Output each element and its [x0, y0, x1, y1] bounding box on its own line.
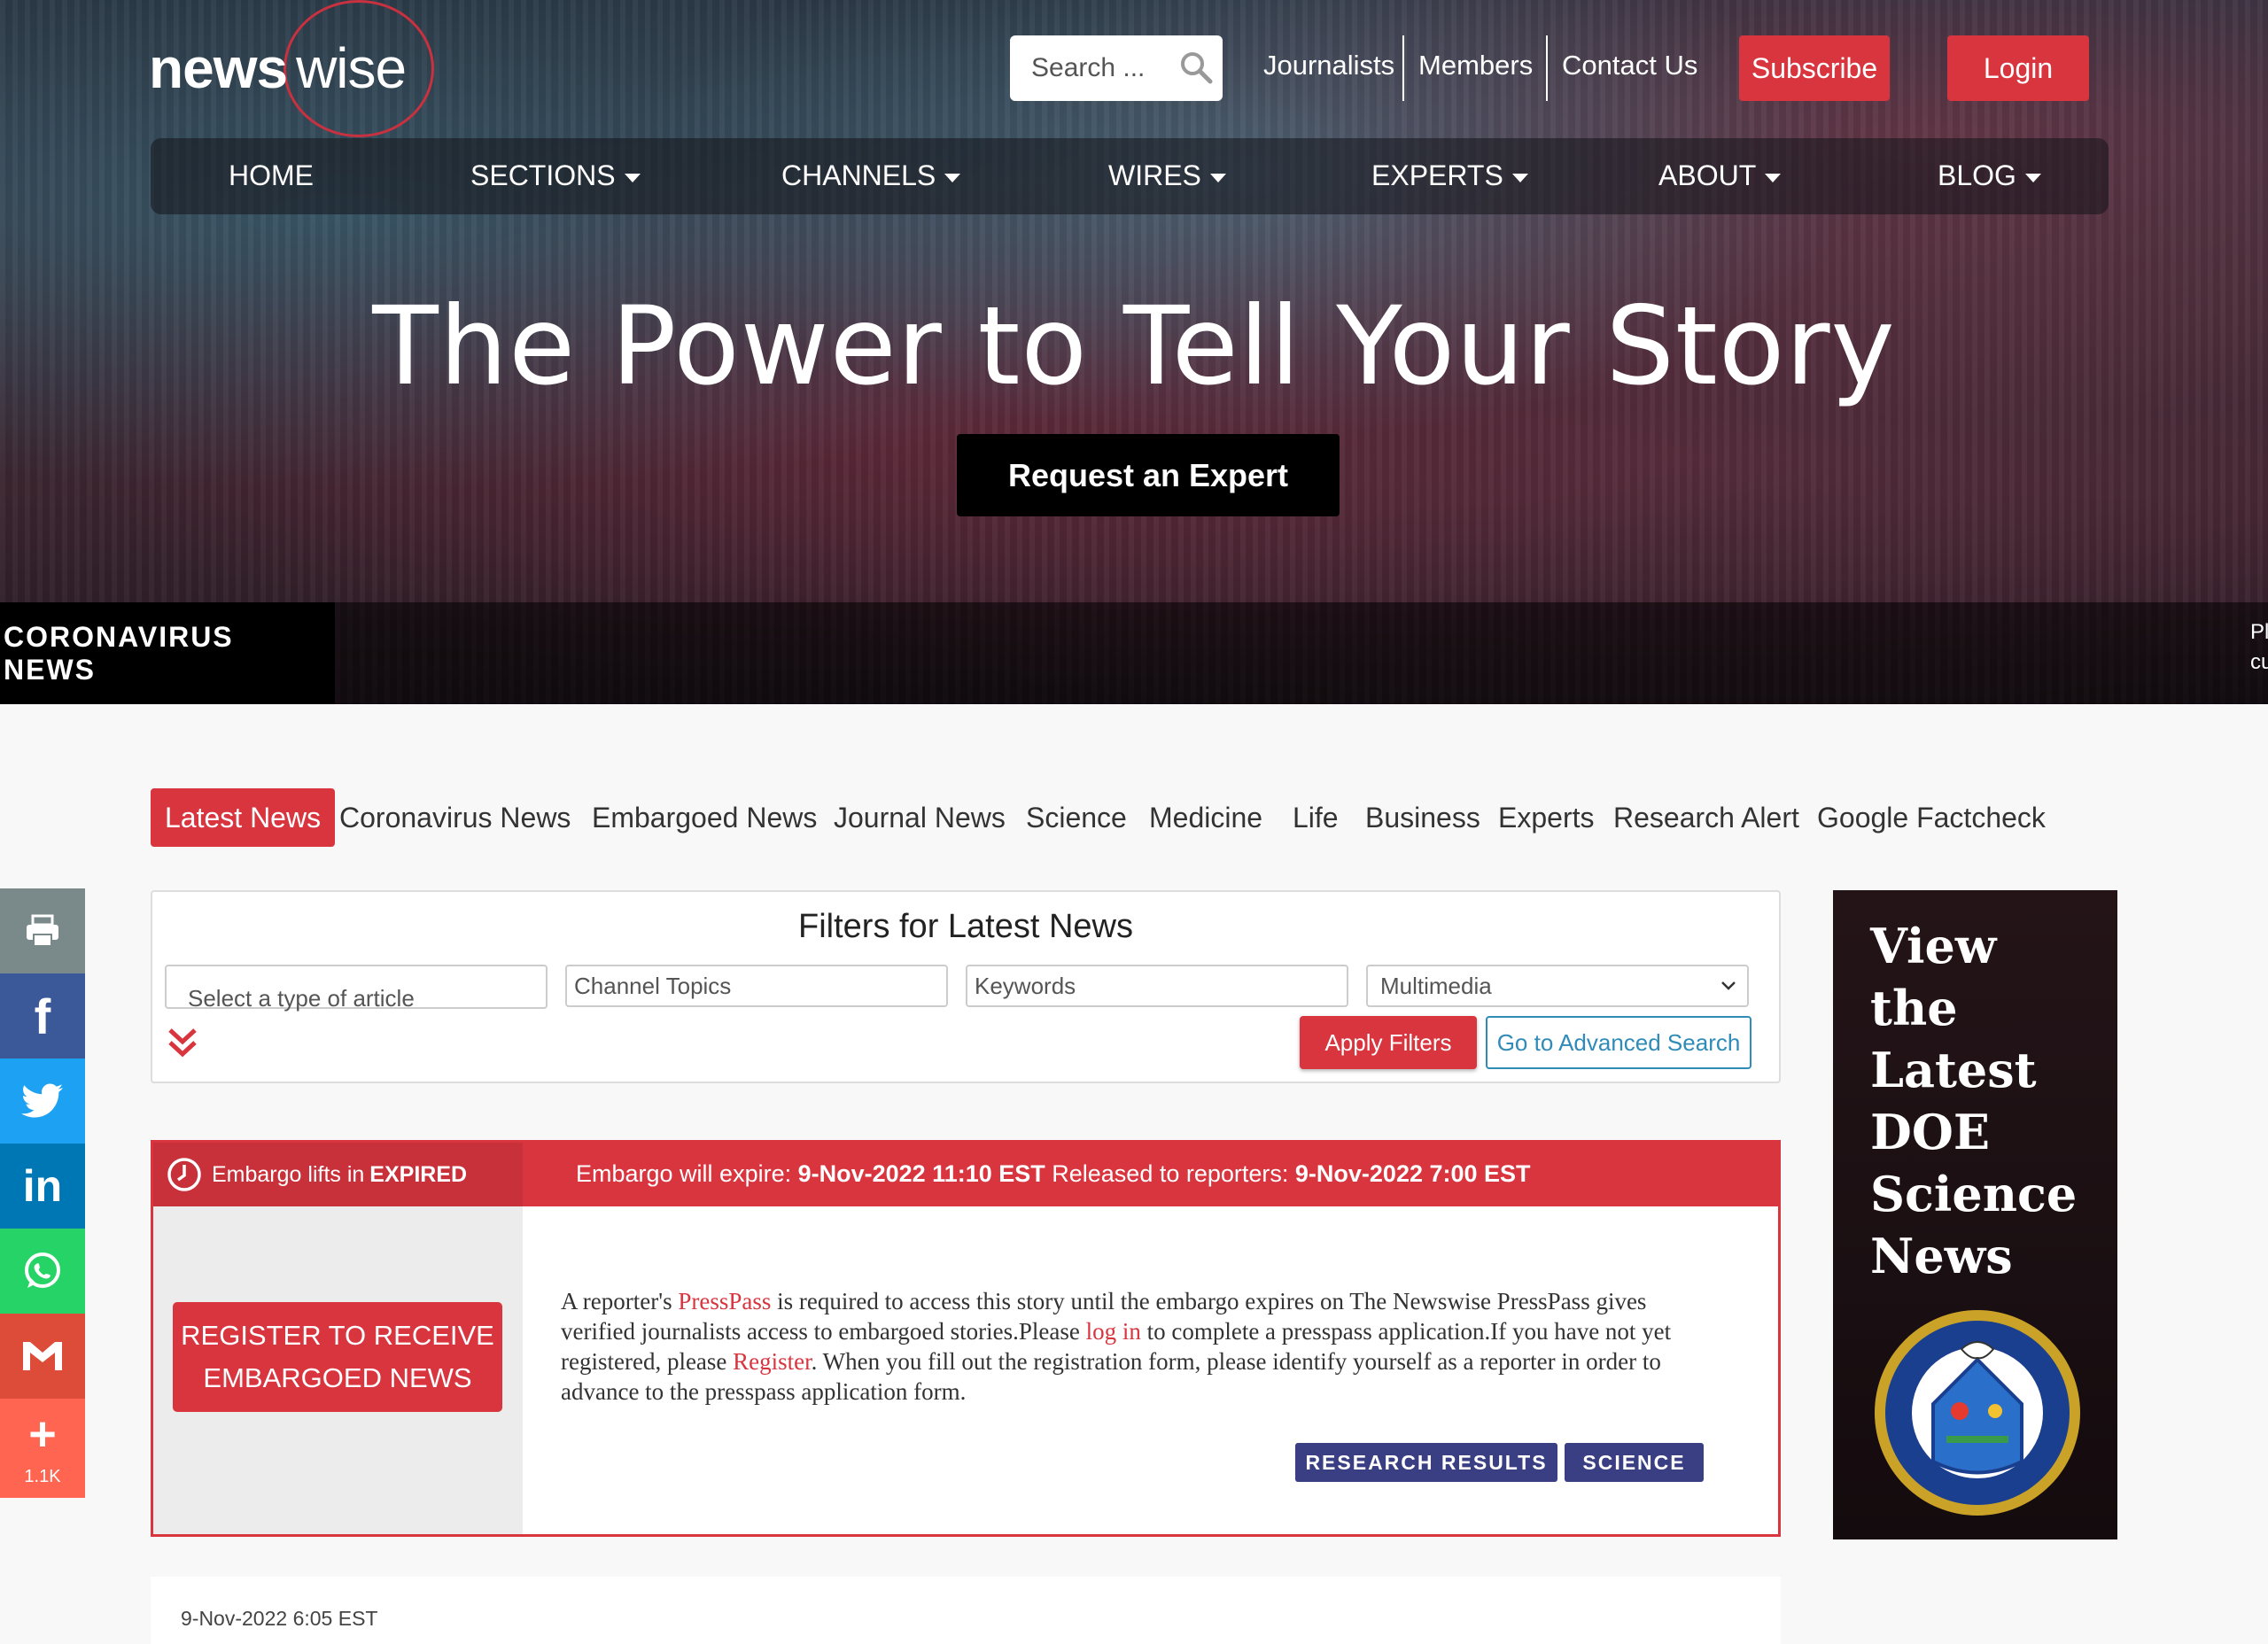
hero-headline: The Power to Tell Your Story — [372, 283, 1896, 409]
presspass-link[interactable]: PressPass — [678, 1288, 771, 1314]
article-card[interactable]: 9-Nov-2022 6:05 EST — [151, 1577, 1781, 1644]
filters-title: Filters for Latest News — [798, 908, 1133, 945]
article-date: 9-Nov-2022 6:05 EST — [181, 1607, 378, 1630]
article-type-select[interactable]: Select a type of article — [165, 965, 548, 1012]
tab-life[interactable]: Life — [1293, 788, 1339, 847]
advanced-search-button[interactable]: Go to Advanced Search — [1486, 1016, 1751, 1069]
filters-panel: Filters for Latest News Select a type of… — [151, 890, 1781, 1083]
tab-experts[interactable]: Experts — [1498, 788, 1594, 847]
tab-research-alert[interactable]: Research Alert — [1613, 788, 1799, 847]
chevron-down-icon — [1721, 981, 1736, 990]
link-members[interactable]: Members — [1418, 50, 1533, 81]
link-contact-us[interactable]: Contact Us — [1562, 50, 1697, 81]
caret-down-icon — [624, 173, 641, 182]
nav-sections[interactable]: SECTIONS — [470, 159, 641, 192]
tab-embargoed-news[interactable]: Embargoed News — [592, 788, 817, 847]
print-icon — [27, 914, 58, 947]
ad-text: View the Latest DOE Science News — [1870, 918, 2078, 1284]
twitter-icon — [21, 1083, 63, 1118]
tab-coronavirus-news[interactable]: Coronavirus News — [339, 788, 571, 847]
whatsapp-share-button[interactable] — [0, 1229, 85, 1314]
nav-channels[interactable]: CHANNELS — [781, 159, 961, 192]
twitter-share-button[interactable] — [0, 1059, 85, 1144]
nav-about[interactable]: ABOUT — [1658, 159, 1782, 192]
divider — [1546, 35, 1548, 101]
embargo-message: A reporter's PressPass is required to ac… — [561, 1288, 1672, 1405]
channel-topics-input[interactable]: Channel Topics — [565, 965, 948, 1007]
caret-down-icon — [944, 173, 961, 182]
search-input[interactable]: Search ... — [1010, 35, 1223, 101]
tab-business[interactable]: Business — [1365, 788, 1480, 847]
login-link[interactable]: log in — [1086, 1318, 1141, 1345]
facebook-share-button[interactable]: f — [0, 973, 85, 1059]
ticker-label[interactable]: CORONAVIRUS NEWS — [0, 602, 335, 704]
news-ticker — [0, 602, 2268, 704]
tab-science[interactable]: Science — [1026, 788, 1127, 847]
doe-seal-icon — [1875, 1310, 2080, 1516]
register-embargoed-button[interactable]: REGISTER TO RECEIVE EMBARGOED NEWS — [173, 1302, 502, 1412]
nav-experts[interactable]: EXPERTS — [1371, 159, 1528, 192]
nav-wires[interactable]: WIRES — [1108, 159, 1226, 192]
embargo-card: Embargo lifts in EXPIRED Embargo will ex… — [151, 1140, 1781, 1537]
linkedin-icon: in — [22, 1161, 63, 1211]
embargo-sidebar: REGISTER TO RECEIVE EMBARGOED NEWS — [153, 1206, 523, 1534]
facebook-icon: f — [34, 988, 51, 1044]
ticker-text[interactable]: Pl cu — [2250, 617, 2268, 678]
newswise-logo[interactable]: news wise — [149, 35, 407, 101]
login-button[interactable]: Login — [1947, 35, 2089, 101]
gmail-share-button[interactable] — [0, 1314, 85, 1399]
tab-journal-news[interactable]: Journal News — [834, 788, 1006, 847]
whatsapp-icon — [25, 1252, 60, 1288]
tab-google-factcheck[interactable]: Google Factcheck — [1817, 788, 2046, 847]
search-placeholder: Search ... — [1031, 53, 1146, 82]
print-button[interactable] — [0, 888, 85, 973]
search-icon[interactable] — [1178, 50, 1214, 85]
nav-blog[interactable]: BLOG — [1938, 159, 2041, 192]
keywords-input[interactable]: Keywords — [966, 965, 1348, 1007]
register-link[interactable]: Register — [733, 1348, 812, 1375]
apply-filters-button[interactable]: Apply Filters — [1300, 1016, 1477, 1069]
caret-down-icon — [1765, 173, 1782, 182]
embargo-status: Embargo lifts in EXPIRED — [153, 1143, 523, 1206]
share-count: 1.1K — [24, 1466, 61, 1486]
caret-down-icon — [2024, 173, 2041, 182]
request-expert-button[interactable]: Request an Expert — [957, 434, 1340, 516]
link-journalists[interactable]: Journalists — [1263, 50, 1394, 81]
divider — [1402, 35, 1404, 101]
tag-research-results[interactable]: RESEARCH RESULTS — [1295, 1443, 1557, 1482]
caret-down-icon — [1511, 173, 1528, 182]
clock-icon — [167, 1158, 201, 1191]
tab-medicine[interactable]: Medicine — [1149, 788, 1262, 847]
embargo-header: Embargo lifts in EXPIRED Embargo will ex… — [153, 1143, 1778, 1206]
subscribe-button[interactable]: Subscribe — [1739, 35, 1890, 101]
tab-latest-news[interactable]: Latest News — [151, 788, 336, 847]
caret-down-icon — [1209, 173, 1226, 182]
more-share-button[interactable]: + 1.1K — [0, 1399, 85, 1498]
linkedin-share-button[interactable]: in — [0, 1144, 85, 1229]
embargo-dates: Embargo will expire: 9-Nov-2022 11:10 ES… — [576, 1160, 1531, 1187]
doe-science-ad[interactable]: View the Latest DOE Science News — [1833, 890, 2117, 1539]
expand-filters-icon[interactable] — [165, 1025, 200, 1060]
nav-home[interactable]: HOME — [229, 159, 314, 192]
tag-science[interactable]: SCIENCE — [1565, 1443, 1704, 1482]
plus-icon: + — [28, 1407, 57, 1461]
multimedia-select[interactable]: Multimedia — [1366, 965, 1749, 1007]
gmail-icon — [23, 1342, 62, 1370]
